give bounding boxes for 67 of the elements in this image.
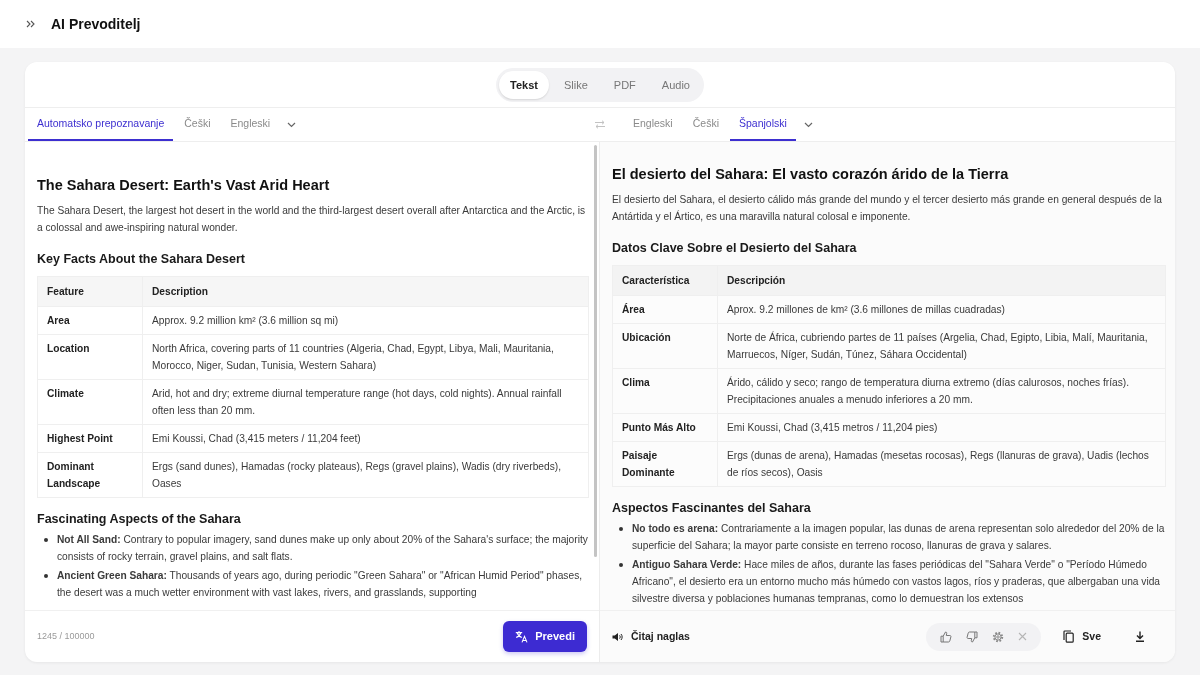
table-cell: Ergs (dunas de arena), Hamadas (mesetas rocosas), Regs (llanuras de grava), Uadis (lechos de ríos secos), Oasis: [717, 441, 1166, 487]
bullet-icon: [44, 574, 48, 578]
download-icon: [1135, 631, 1145, 642]
table-cell: Location: [37, 334, 143, 380]
copy-button[interactable]: Sve: [1063, 624, 1101, 649]
column-header: Característica: [612, 265, 718, 296]
translate-button[interactable]: Prevedi: [503, 621, 587, 652]
chevron-down-icon[interactable]: [803, 121, 813, 128]
table-cell: Climate: [37, 379, 143, 425]
table-cell: Highest Point: [37, 424, 143, 453]
table-cell: Aprox. 9.2 millones de km² (3.6 millones de millas cuadradas): [717, 295, 1166, 324]
section-heading: Aspectos Fascinantes del Sahara: [612, 500, 812, 517]
chevron-down-icon[interactable]: [287, 121, 297, 128]
table-cell: Emi Koussi, Chad (3,415 meters / 11,204 feet): [142, 424, 589, 453]
list-item: No todo es arena: Contrariamente a la imagen popular, las dunas de arena representan solo alrededor del 20% de la superficie del Sahara; la mayor parte consiste en terreno rocoso, llanuras de grava y salares.: [632, 522, 1166, 553]
bullet-icon: [619, 563, 623, 567]
language-tab[interactable]: Engleski: [624, 108, 682, 141]
table-cell: Ubicación: [612, 323, 718, 369]
table-cell: Approx. 9.2 million km² (3.6 million sq mi): [142, 306, 589, 335]
table-cell: Punto Más Alto: [612, 413, 718, 442]
table-cell: Dominant Landscape: [37, 452, 143, 498]
copy-icon: [1063, 630, 1075, 643]
document-title: El desierto del Sahara: El vasto corazón árido de la Tierra: [612, 165, 1010, 184]
table-cell: Norte de África, cubriendo partes de 11 países (Argelia, Chad, Egipto, Libia, Malí, Mauritania, Marruecos, Níger, Sudán, Túnez, Sáhara Occidental): [717, 323, 1166, 369]
list-item: Antiguo Sahara Verde: Hace miles de años, durante las fases periódicas del "Sahara Verde" o "Período Húmedo Africano", el desierto era un entorno mucho más húmedo con vastos lagos, ríos y praderas, que albergaban una vida silvestre diversa y poblaciones humanas tempranas, como lo demuestran los extensos: [632, 558, 1162, 606]
language-tab[interactable]: Češki: [175, 108, 220, 141]
table-cell: Clima: [612, 368, 718, 414]
close-icon: [1018, 632, 1028, 641]
mode-tab[interactable]: Audio: [650, 70, 701, 99]
section-heading: Key Facts About the Sahara Desert: [37, 251, 246, 268]
table-cell: Árido, cálido y seco; rango de temperatura diurna extremo (días calurosos, noches frías). Precipitaciones anuales a menudo inferiores a 20 mm.: [717, 368, 1166, 414]
bullet-icon: [44, 538, 48, 542]
settings-icon: [992, 630, 1005, 643]
character-count: 1245 / 100000: [37, 629, 95, 643]
list-item: Not All Sand: Contrary to popular imagery, sand dunes make up only about 20% of the Sahara's surface; the majority consists of rocky terrain, gravel plains, and salt flats.: [57, 533, 589, 564]
column-header: Feature: [37, 276, 143, 307]
language-tab[interactable]: Češki: [683, 108, 728, 141]
table-cell: Ergs (sand dunes), Hamadas (rocky plateaus), Regs (gravel plains), Wadis (dry riverbeds), Oases: [142, 452, 589, 498]
speaker-icon: [612, 631, 623, 642]
paragraph: El desierto del Sahara, el desierto cálido más grande del mundo y el tercer desierto más grande en general después de la Antártida y el Ártico, es una maravilla natural colosal e imponente.: [612, 193, 1163, 224]
document-title: The Sahara Desert: Earth's Vast Arid Heart: [37, 176, 331, 195]
table-cell: Arid, hot and dry; extreme diurnal temperature range (hot days, cold nights). Annual rainfall often less than 20 mm.: [142, 379, 589, 425]
table-cell: Area: [37, 306, 143, 335]
language-tab[interactable]: Engleski: [221, 108, 280, 141]
app-title: AI Prevoditelj: [51, 15, 141, 33]
thumbs-up-icon: [940, 630, 953, 643]
mode-tab[interactable]: Tekst: [499, 70, 549, 99]
column-header: Description: [142, 276, 589, 307]
paragraph: The Sahara Desert, the largest hot desert in the world and the third-largest desert overall after Antarctica and the Arctic, is a colossal and awe-inspiring natural wonder.: [37, 204, 587, 235]
section-heading: Fascinating Aspects of the Sahara: [37, 511, 242, 528]
list-item: Ancient Green Sahara: Thousands of years ago, during periodic "Green Sahara" or "African Humid Period" phases, the desert was a much wetter environment with vast lakes, rivers, and grasslands, supporting: [57, 569, 584, 600]
language-tab[interactable]: Automatsko prepoznavanje: [28, 108, 174, 141]
read-aloud-button[interactable]: Čitaj naglas: [612, 624, 690, 649]
table-cell: Emi Koussi, Chad (3,415 metros / 11,204 pies): [717, 413, 1166, 442]
column-header: Descripción: [717, 265, 1166, 296]
bullet-icon: [619, 527, 623, 531]
translate-icon: [515, 630, 529, 643]
double-chevron-icon[interactable]: [26, 20, 35, 28]
mode-tab[interactable]: Slike: [552, 70, 599, 99]
table-cell: Área: [612, 295, 718, 324]
section-heading: Datos Clave Sobre el Desierto del Sahara: [612, 240, 858, 257]
table-cell: North Africa, covering parts of 11 countries (Algeria, Chad, Egypt, Libya, Mali, Mauritania, Morocco, Niger, Sudan, Tunisia, Western Sahara): [142, 334, 589, 380]
swap-arrows-icon[interactable]: [594, 120, 606, 129]
thumbs-down-icon: [966, 630, 979, 643]
mode-tab[interactable]: PDF: [602, 70, 647, 99]
table-cell: Paisaje Dominante: [612, 441, 718, 487]
scrollbar-thumb[interactable]: [594, 145, 597, 557]
